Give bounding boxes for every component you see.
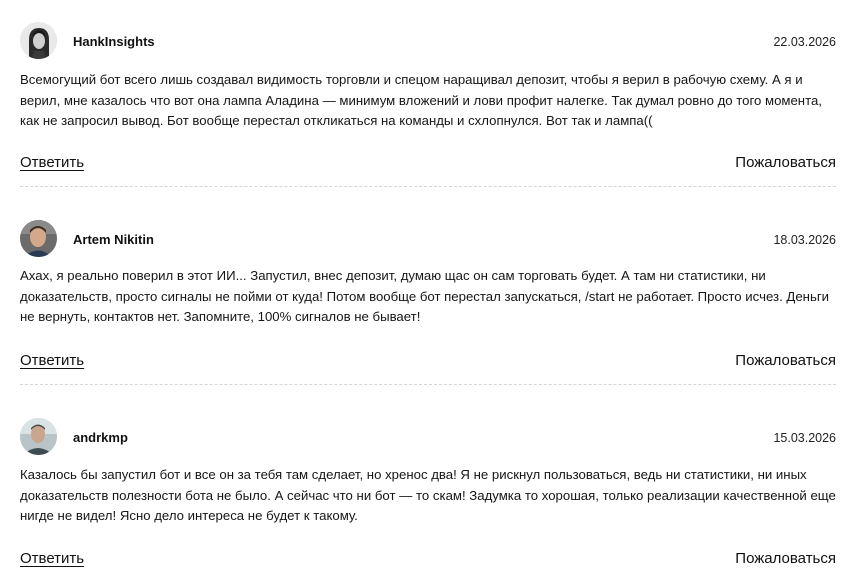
comment-text: Ахах, я реально поверил в этот ИИ... Зап…: [20, 268, 829, 324]
comment-header: andrkmp 15.03.2026: [20, 418, 836, 458]
comment-actions: Ответить Пожаловаться: [20, 550, 836, 570]
avatar: [20, 220, 57, 257]
comment-item: andrkmp 15.03.2026 Казалось бы запустил …: [20, 418, 836, 567]
comment-author: HankInsights: [73, 34, 155, 49]
comment-actions: Ответить Пожаловаться: [20, 352, 836, 372]
comment-header: HankInsights 22.03.2026: [20, 22, 836, 62]
avatar: [20, 22, 57, 59]
comment-item: HankInsights 22.03.2026 Всемогущий бот в…: [20, 22, 836, 187]
reply-link[interactable]: Ответить: [20, 352, 84, 370]
user-avatar-icon: [20, 22, 57, 59]
comment-date: 22.03.2026: [773, 35, 836, 49]
user-avatar-icon: [20, 418, 57, 455]
comment-item: Artem Nikitin 18.03.2026 Ахах, я реально…: [20, 220, 836, 385]
comment-author: Artem Nikitin: [73, 232, 154, 247]
comment-text: Казалось бы запустил бот и все он за теб…: [20, 467, 836, 523]
comment-header: Artem Nikitin 18.03.2026: [20, 220, 836, 260]
comment-text: Всемогущий бот всего лишь создавал видим…: [20, 72, 822, 128]
reply-link[interactable]: Ответить: [20, 550, 84, 568]
report-link[interactable]: Пожаловаться: [735, 550, 836, 568]
report-link[interactable]: Пожаловаться: [735, 352, 836, 370]
divider: [20, 384, 836, 385]
report-link[interactable]: Пожаловаться: [735, 154, 836, 172]
comment-author: andrkmp: [73, 430, 128, 445]
reply-link[interactable]: Ответить: [20, 154, 84, 172]
comment-date: 18.03.2026: [773, 233, 836, 247]
comment-date: 15.03.2026: [773, 431, 836, 445]
user-avatar-icon: [20, 220, 57, 257]
divider: [20, 186, 836, 187]
avatar: [20, 418, 57, 455]
comment-actions: Ответить Пожаловаться: [20, 154, 836, 174]
